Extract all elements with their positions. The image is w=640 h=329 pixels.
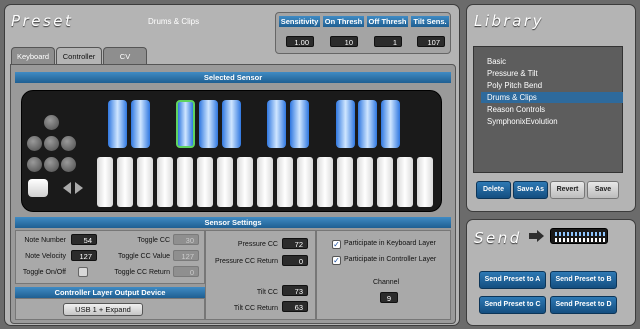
on-thresh-label: On Thresh	[323, 16, 364, 27]
sensor-key-lower[interactable]	[377, 157, 393, 207]
revert-button[interactable]: Revert	[550, 181, 585, 199]
save-as-button[interactable]: Save As	[513, 181, 548, 199]
send-preset-d-button[interactable]: Send Preset to D	[550, 296, 617, 314]
dot-button-5[interactable]	[27, 157, 42, 172]
send-preset-b-button[interactable]: Send Preset to B	[550, 271, 617, 289]
octave-left-icon[interactable]	[63, 182, 71, 194]
library-item-selected[interactable]: Drums & Clips	[481, 92, 623, 103]
note-number-field[interactable]: 54	[71, 234, 97, 245]
delete-button[interactable]: Delete	[476, 181, 511, 199]
sensor-key-lower[interactable]	[177, 157, 193, 207]
preset-title: Preset	[11, 12, 74, 30]
tilt-cc-return-field[interactable]: 63	[282, 301, 308, 312]
sensor-key-lower[interactable]	[277, 157, 293, 207]
dot-button-6[interactable]	[61, 157, 76, 172]
library-item[interactable]: Basic	[481, 56, 601, 67]
on-thresh-field[interactable]: 10	[330, 36, 358, 47]
sensor-key-lower[interactable]	[217, 157, 233, 207]
tilt-cc-field[interactable]: 73	[282, 285, 308, 296]
library-title: Library	[474, 12, 544, 30]
send-preset-a-button[interactable]: Send Preset to A	[479, 271, 546, 289]
sensor-key-upper[interactable]	[381, 100, 400, 148]
participate-keyboard-label: Participate in Keyboard Layer	[344, 240, 436, 247]
preset-name: Drums & Clips	[148, 17, 200, 26]
library-item[interactable]: Pressure & Tilt	[481, 68, 601, 79]
sensitivity-label: Sensitivity	[279, 16, 320, 27]
sensor-key-upper[interactable]	[267, 100, 286, 148]
toggle-cc-return-field[interactable]: 0	[173, 266, 199, 277]
off-thresh-label: Off Thresh	[367, 16, 408, 27]
output-device-select[interactable]: USB 1 + Expand	[63, 303, 143, 316]
sensor-key-lower[interactable]	[97, 157, 113, 207]
output-device-header: Controller Layer Output Device	[15, 287, 205, 298]
toggle-cc-return-label: Toggle CC Return	[114, 269, 170, 276]
tab-keyboard[interactable]: Keyboard	[11, 47, 55, 64]
save-button[interactable]: Save	[587, 181, 619, 199]
sensor-key-lower[interactable]	[117, 157, 133, 207]
note-velocity-field[interactable]: 127	[71, 250, 97, 261]
dot-button-2[interactable]	[27, 136, 42, 151]
send-preset-c-button[interactable]: Send Preset to C	[479, 296, 546, 314]
sensor-settings-header: Sensor Settings	[15, 217, 451, 228]
participate-controller-label: Participate in Controller Layer	[344, 256, 437, 263]
dot-button-4[interactable]	[61, 136, 76, 151]
channel-field[interactable]: 9	[380, 292, 398, 303]
dot-button-1[interactable]	[44, 115, 59, 130]
participate-controller-checkbox[interactable]: ✓	[332, 256, 341, 265]
channel-label: Channel	[373, 279, 400, 286]
toggle-cc-value-field[interactable]: 127	[173, 250, 199, 261]
sensor-key-lower[interactable]	[397, 157, 413, 207]
pressure-cc-field[interactable]: 72	[282, 238, 308, 249]
tilt-sens-field[interactable]: 107	[417, 36, 445, 47]
tilt-sens-label: Tilt Sens.	[411, 16, 449, 27]
toggle-onoff-checkbox[interactable]	[78, 267, 88, 277]
tab-cv[interactable]: CV	[103, 47, 147, 64]
tilt-cc-return-label: Tilt CC Return	[233, 305, 278, 312]
sensor-key-upper[interactable]	[290, 100, 309, 148]
toggle-cc-field[interactable]: 30	[173, 234, 199, 245]
sensor-key-upper[interactable]	[199, 100, 218, 148]
library-item[interactable]: SymphonixEvolution	[481, 116, 601, 127]
octave-right-icon[interactable]	[75, 182, 83, 194]
sensor-key-lower[interactable]	[357, 157, 373, 207]
send-title: Send	[474, 229, 522, 247]
pressure-cc-label: Pressure CC	[237, 241, 278, 248]
participate-keyboard-checkbox[interactable]: ✓	[332, 240, 341, 249]
sensor-key-lower[interactable]	[317, 157, 333, 207]
sensitivity-field[interactable]: 1.00	[286, 36, 314, 47]
device-icon	[550, 228, 608, 244]
sensor-key-upper[interactable]	[358, 100, 377, 148]
tab-controller[interactable]: Controller	[56, 47, 102, 64]
sensor-key-upper[interactable]	[336, 100, 355, 148]
sensor-key-lower[interactable]	[157, 157, 173, 207]
sensor-key-lower[interactable]	[197, 157, 213, 207]
note-number-label: Note Number	[24, 237, 66, 244]
toggle-cc-value-label: Toggle CC Value	[117, 253, 170, 260]
sensor-key-upper[interactable]	[131, 100, 150, 148]
sensor-key-lower[interactable]	[417, 157, 433, 207]
sensor-key-lower[interactable]	[257, 157, 273, 207]
selected-sensor-header: Selected Sensor	[15, 72, 451, 83]
sensor-key-lower[interactable]	[137, 157, 153, 207]
sensor-key-lower[interactable]	[237, 157, 253, 207]
sensor-key-lower[interactable]	[337, 157, 353, 207]
dot-button-7[interactable]	[44, 157, 59, 172]
mode-button[interactable]	[28, 179, 48, 197]
pressure-cc-return-label: Pressure CC Return	[214, 258, 278, 265]
library-item[interactable]: Reason Controls	[481, 104, 601, 115]
tilt-cc-label: Tilt CC	[256, 289, 278, 296]
sensor-key-upper-selected[interactable]	[176, 100, 195, 148]
sensor-key-upper[interactable]	[222, 100, 241, 148]
sensor-key-upper[interactable]	[108, 100, 127, 148]
note-velocity-label: Note Velocity	[25, 253, 66, 260]
dot-button-3[interactable]	[44, 136, 59, 151]
arrow-right-icon-head	[537, 230, 544, 242]
pressure-cc-return-field[interactable]: 0	[282, 255, 308, 266]
toggle-cc-label: Toggle CC	[137, 237, 170, 244]
toggle-onoff-label: Toggle On/Off	[22, 269, 66, 276]
sensor-key-lower[interactable]	[297, 157, 313, 207]
off-thresh-field[interactable]: 1	[374, 36, 402, 47]
library-item[interactable]: Poly Pitch Bend	[481, 80, 601, 91]
